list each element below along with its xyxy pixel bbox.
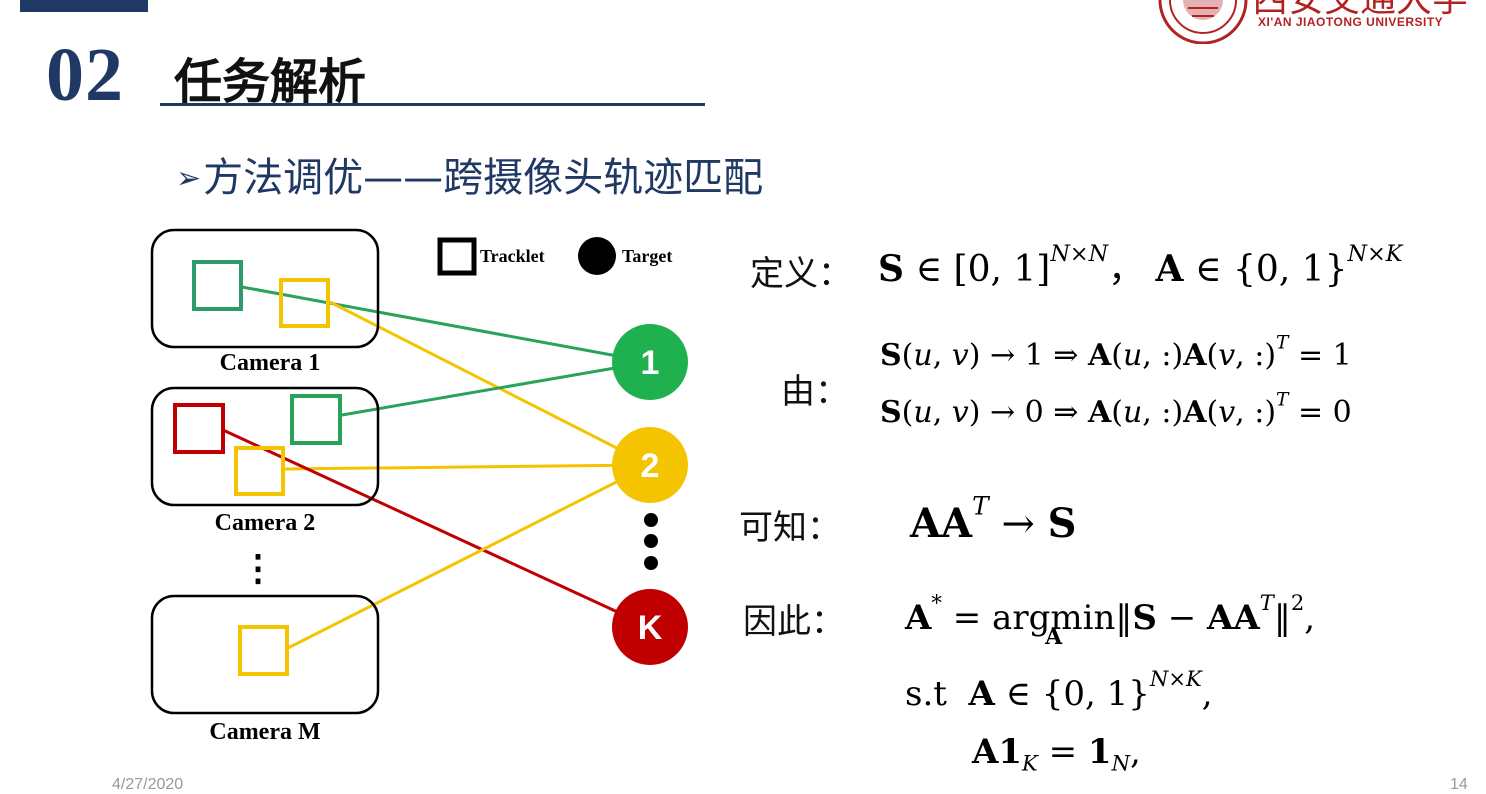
tracklet-matching-diagram: Camera 1 Camera 2 ⋮ Camera M Tracklet Ta… — [150, 228, 688, 745]
approx-formula: AAT → S — [910, 491, 1077, 547]
tracklet-box-cam2-red — [173, 403, 225, 454]
camera-dots: ⋮ — [240, 548, 276, 588]
tracklet-box-cam2-green — [290, 394, 342, 445]
define-formula: S ∈ [0, 1]N×N， A ∈ {0, 1}N×K — [878, 240, 1403, 290]
target-dot-3 — [644, 556, 658, 570]
footer-page-number: 14 — [1450, 776, 1468, 793]
tracklet-box-camM-yellow — [238, 625, 289, 676]
condition-formula-1: S(u, v) → 1 ⇒ A(u, :)A(v, :)T = 1 — [880, 332, 1352, 373]
camera-1-label: Camera 1 — [220, 350, 321, 376]
university-seal-icon — [1158, 0, 1248, 44]
legend-target-label: Target — [622, 246, 672, 266]
target-node-1-label: 1 — [641, 344, 660, 382]
target-node-k-label: K — [638, 609, 663, 647]
constraint-formula-1: s.t A ∈ {0, 1}N×K, — [905, 666, 1213, 714]
constraint-formula-2: A1K = 1N, — [972, 732, 1141, 776]
legend-tracklet-icon — [437, 237, 477, 276]
connection-lines — [222, 285, 651, 650]
edge-cam2-yellow-to-target2 — [284, 463, 651, 471]
by-label: 由： — [781, 372, 849, 412]
st-label: s.t — [905, 674, 947, 714]
condition-formula-2: S(u, v) → 0 ⇒ A(u, :)A(v, :)T = 0 — [880, 389, 1352, 430]
therefore-label: 因此： — [743, 602, 845, 642]
footer-date: 4/27/2020 — [112, 776, 184, 793]
camera-m-label: Camera M — [209, 719, 320, 745]
target-dot-2 — [644, 534, 658, 548]
camera-2-label: Camera 2 — [215, 510, 316, 536]
camera-m-frame — [150, 594, 380, 715]
camera-1-frame — [150, 228, 380, 349]
edge-camM-yellow-to-target2 — [287, 463, 651, 650]
objective-formula: A* = argmin A ‖S − AAT‖2, — [905, 590, 1316, 650]
edge-cam2-green-to-target1 — [341, 360, 651, 417]
legend-target-icon — [578, 237, 616, 275]
target-dot-1 — [644, 513, 658, 527]
define-label: 定义： — [750, 254, 852, 294]
know-label: 可知： — [739, 508, 841, 548]
tracklet-box-cam1-green — [192, 260, 243, 311]
university-logo-english: XI'AN JIAOTONG UNIVERSITY — [1258, 15, 1444, 29]
legend-tracklet-label: Tracklet — [480, 246, 545, 266]
target-node-2-label: 2 — [641, 447, 660, 485]
